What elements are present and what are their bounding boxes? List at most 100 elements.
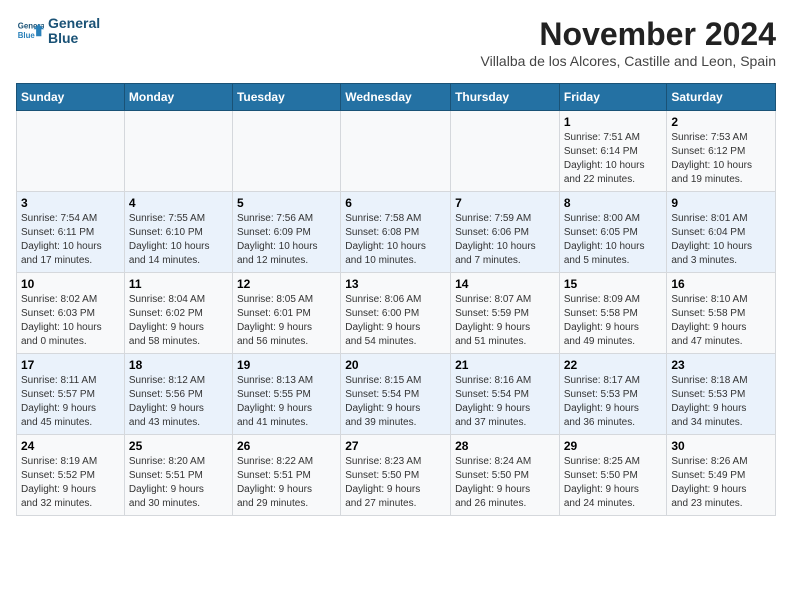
calendar-cell: 4 Sunrise: 7:55 AMSunset: 6:10 PMDaylight… (124, 192, 232, 273)
calendar-cell: 9 Sunrise: 8:01 AMSunset: 6:04 PMDaylight… (667, 192, 776, 273)
day-number: 3 (21, 196, 120, 210)
day-number: 9 (671, 196, 771, 210)
week-row: 3 Sunrise: 7:54 AMSunset: 6:11 PMDaylight… (17, 192, 776, 273)
day-number: 26 (237, 439, 336, 453)
day-number: 24 (21, 439, 120, 453)
calendar-cell: 11 Sunrise: 8:04 AMSunset: 6:02 PMDayligh… (124, 273, 232, 354)
calendar-cell: 27 Sunrise: 8:23 AMSunset: 5:50 PMDayligh… (341, 435, 451, 516)
column-header-tuesday: Tuesday (232, 84, 340, 111)
column-header-thursday: Thursday (451, 84, 560, 111)
day-info: Sunrise: 8:11 AMSunset: 5:57 PMDaylight:… (21, 374, 120, 430)
day-info: Sunrise: 8:24 AMSunset: 5:50 PMDaylight:… (455, 455, 555, 511)
calendar-cell: 20Sunrise: 8:15 AMSunset: 5:54 PMDayligh… (341, 354, 451, 435)
day-number: 4 (129, 196, 228, 210)
day-number: 25 (129, 439, 228, 453)
day-number: 20 (345, 358, 446, 372)
day-info: Sunrise: 7:55 AMSunset: 6:10 PMDaylight:… (129, 212, 228, 268)
page-title: November 2024 (481, 16, 776, 53)
day-info: Sunrise: 7:58 AMSunset: 6:08 PMDaylight:… (345, 212, 446, 268)
calendar-cell: 8 Sunrise: 8:00 AMSunset: 6:05 PMDaylight… (559, 192, 667, 273)
day-number: 17 (21, 358, 120, 372)
calendar-cell: 24 Sunrise: 8:19 AMSunset: 5:52 PMDayligh… (17, 435, 125, 516)
calendar-cell: 23 Sunrise: 8:18 AMSunset: 5:53 PMDayligh… (667, 354, 776, 435)
day-info: Sunrise: 8:19 AMSunset: 5:52 PMDaylight:… (21, 455, 120, 511)
week-row: 1 Sunrise: 7:51 AMSunset: 6:14 PMDaylight… (17, 111, 776, 192)
day-info: Sunrise: 8:00 AMSunset: 6:05 PMDaylight:… (564, 212, 663, 268)
calendar-cell: 18Sunrise: 8:12 AMSunset: 5:56 PMDayligh… (124, 354, 232, 435)
page-subtitle: Villalba de los Alcores, Castille and Le… (481, 53, 776, 69)
day-number: 21 (455, 358, 555, 372)
day-info: Sunrise: 8:07 AMSunset: 5:59 PMDaylight:… (455, 293, 555, 349)
calendar-cell: 10 Sunrise: 8:02 AMSunset: 6:03 PMDayligh… (17, 273, 125, 354)
column-header-monday: Monday (124, 84, 232, 111)
column-header-wednesday: Wednesday (341, 84, 451, 111)
day-number: 22 (564, 358, 663, 372)
calendar-cell (17, 111, 125, 192)
calendar-cell: 15Sunrise: 8:09 AMSunset: 5:58 PMDayligh… (559, 273, 667, 354)
calendar-cell: 26Sunrise: 8:22 AMSunset: 5:51 PMDayligh… (232, 435, 340, 516)
day-info: Sunrise: 8:26 AMSunset: 5:49 PMDaylight:… (671, 455, 771, 511)
logo: General Blue General Blue (16, 16, 100, 47)
day-number: 1 (564, 115, 663, 129)
day-number: 11 (129, 277, 228, 291)
day-number: 14 (455, 277, 555, 291)
calendar-cell: 17 Sunrise: 8:11 AMSunset: 5:57 PMDayligh… (17, 354, 125, 435)
day-info: Sunrise: 8:17 AMSunset: 5:53 PMDaylight:… (564, 374, 663, 430)
calendar-cell: 22 Sunrise: 8:17 AMSunset: 5:53 PMDayligh… (559, 354, 667, 435)
calendar-cell: 19Sunrise: 8:13 AMSunset: 5:55 PMDayligh… (232, 354, 340, 435)
calendar-cell: 29Sunrise: 8:25 AMSunset: 5:50 PMDayligh… (559, 435, 667, 516)
day-number: 28 (455, 439, 555, 453)
calendar-cell (451, 111, 560, 192)
day-info: Sunrise: 7:56 AMSunset: 6:09 PMDaylight:… (237, 212, 336, 268)
day-number: 16 (671, 277, 771, 291)
column-header-friday: Friday (559, 84, 667, 111)
calendar-cell: 28 Sunrise: 8:24 AMSunset: 5:50 PMDayligh… (451, 435, 560, 516)
day-number: 23 (671, 358, 771, 372)
calendar-cell: 2 Sunrise: 7:53 AMSunset: 6:12 PMDaylight… (667, 111, 776, 192)
day-info: Sunrise: 8:06 AMSunset: 6:00 PMDaylight:… (345, 293, 446, 349)
day-number: 15 (564, 277, 663, 291)
day-number: 19 (237, 358, 336, 372)
column-header-saturday: Saturday (667, 84, 776, 111)
day-number: 27 (345, 439, 446, 453)
day-info: Sunrise: 8:05 AMSunset: 6:01 PMDaylight:… (237, 293, 336, 349)
day-info: Sunrise: 8:16 AMSunset: 5:54 PMDaylight:… (455, 374, 555, 430)
day-number: 10 (21, 277, 120, 291)
svg-text:Blue: Blue (18, 31, 36, 40)
day-info: Sunrise: 7:54 AMSunset: 6:11 PMDaylight:… (21, 212, 120, 268)
calendar-cell: 25 Sunrise: 8:20 AMSunset: 5:51 PMDayligh… (124, 435, 232, 516)
day-info: Sunrise: 8:23 AMSunset: 5:50 PMDaylight:… (345, 455, 446, 511)
day-number: 7 (455, 196, 555, 210)
day-info: Sunrise: 8:01 AMSunset: 6:04 PMDaylight:… (671, 212, 771, 268)
week-row: 10 Sunrise: 8:02 AMSunset: 6:03 PMDayligh… (17, 273, 776, 354)
calendar-cell: 6 Sunrise: 7:58 AMSunset: 6:08 PMDaylight… (341, 192, 451, 273)
calendar-cell: 14 Sunrise: 8:07 AMSunset: 5:59 PMDayligh… (451, 273, 560, 354)
logo-text: General Blue (48, 16, 100, 47)
day-number: 12 (237, 277, 336, 291)
day-number: 18 (129, 358, 228, 372)
day-number: 30 (671, 439, 771, 453)
calendar-cell: 3 Sunrise: 7:54 AMSunset: 6:11 PMDaylight… (17, 192, 125, 273)
calendar-cell: 30 Sunrise: 8:26 AMSunset: 5:49 PMDayligh… (667, 435, 776, 516)
day-info: Sunrise: 7:53 AMSunset: 6:12 PMDaylight:… (671, 131, 771, 187)
day-info: Sunrise: 7:59 AMSunset: 6:06 PMDaylight:… (455, 212, 555, 268)
day-info: Sunrise: 8:02 AMSunset: 6:03 PMDaylight:… (21, 293, 120, 349)
calendar-cell: 12 Sunrise: 8:05 AMSunset: 6:01 PMDayligh… (232, 273, 340, 354)
day-info: Sunrise: 8:04 AMSunset: 6:02 PMDaylight:… (129, 293, 228, 349)
calendar-cell (124, 111, 232, 192)
day-number: 2 (671, 115, 771, 129)
logo-line1: General (48, 16, 100, 31)
day-number: 8 (564, 196, 663, 210)
calendar-cell (232, 111, 340, 192)
calendar-cell: 21 Sunrise: 8:16 AMSunset: 5:54 PMDayligh… (451, 354, 560, 435)
calendar-cell: 7 Sunrise: 7:59 AMSunset: 6:06 PMDaylight… (451, 192, 560, 273)
header-row: SundayMondayTuesdayWednesdayThursdayFrid… (17, 84, 776, 111)
day-info: Sunrise: 7:51 AMSunset: 6:14 PMDaylight:… (564, 131, 663, 187)
calendar-cell: 16Sunrise: 8:10 AMSunset: 5:58 PMDayligh… (667, 273, 776, 354)
day-number: 6 (345, 196, 446, 210)
calendar-cell: 5Sunrise: 7:56 AMSunset: 6:09 PMDaylight… (232, 192, 340, 273)
day-info: Sunrise: 8:20 AMSunset: 5:51 PMDaylight:… (129, 455, 228, 511)
calendar-cell: 1 Sunrise: 7:51 AMSunset: 6:14 PMDaylight… (559, 111, 667, 192)
calendar-cell (341, 111, 451, 192)
day-info: Sunrise: 8:18 AMSunset: 5:53 PMDaylight:… (671, 374, 771, 430)
